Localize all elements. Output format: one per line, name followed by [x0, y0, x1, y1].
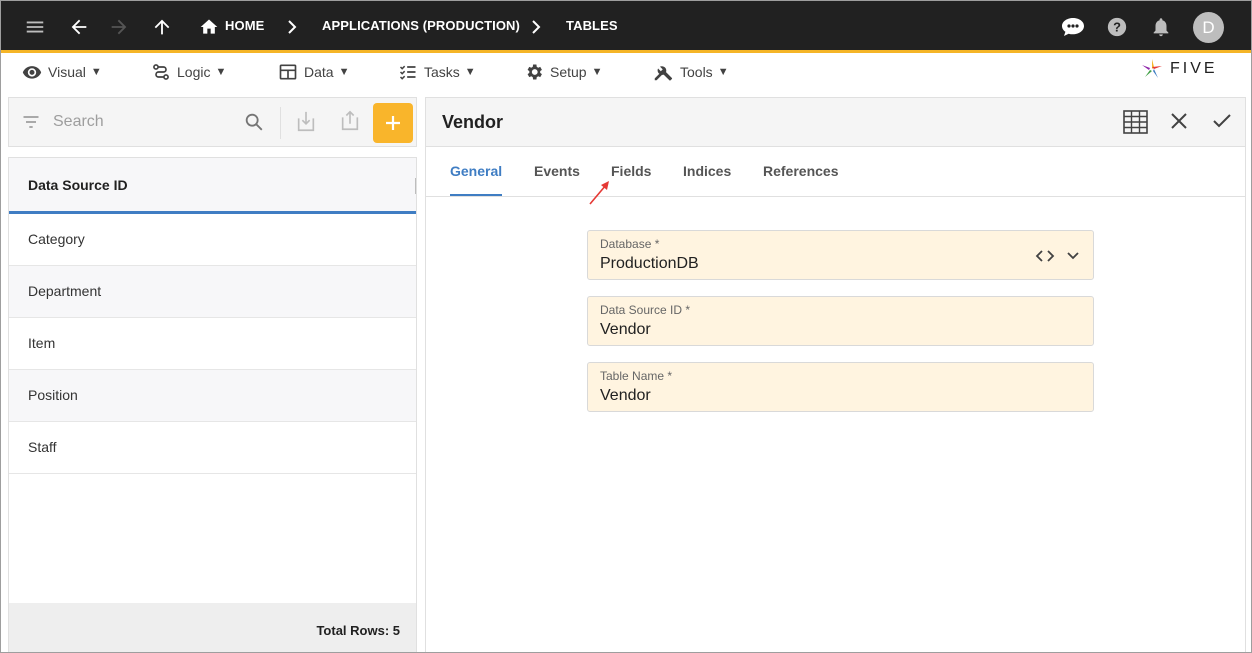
menu-tools-label: Tools: [680, 64, 713, 80]
hamburger-menu-icon[interactable]: [24, 16, 46, 38]
import-icon[interactable]: [295, 110, 317, 139]
tab-general[interactable]: General: [450, 163, 502, 179]
menu-logic-label: Logic: [177, 64, 211, 80]
list-item[interactable]: Staff: [9, 422, 416, 474]
table-name-value: Vendor: [600, 387, 651, 404]
list-item[interactable]: Department: [9, 266, 416, 318]
search-input[interactable]: Search: [53, 113, 104, 131]
save-check-icon[interactable]: [1212, 112, 1232, 135]
chat-bot-icon[interactable]: [1060, 16, 1086, 38]
database-field-label: Database *: [600, 237, 660, 251]
menu-setup-label: Setup: [550, 64, 587, 80]
five-logo: FIVE: [1140, 56, 1218, 82]
list-item[interactable]: Category: [9, 214, 416, 266]
home-icon[interactable]: [199, 17, 219, 37]
help-icon[interactable]: ?: [1106, 16, 1128, 38]
database-field-value: ProductionDB: [600, 255, 699, 272]
menu-logic[interactable]: Logic ▼: [151, 62, 226, 82]
tab-references[interactable]: References: [763, 163, 839, 179]
back-arrow-icon[interactable]: [68, 16, 90, 38]
active-tab-indicator: [450, 194, 502, 196]
notification-bell-icon[interactable]: [1150, 16, 1172, 38]
five-logo-mark-icon: [1142, 59, 1162, 78]
close-icon[interactable]: [1170, 112, 1188, 135]
list-item-label: Department: [28, 283, 102, 299]
breadcrumb-home[interactable]: HOME: [225, 18, 264, 33]
up-arrow-icon[interactable]: [151, 16, 173, 38]
list-item-label: Item: [28, 335, 56, 351]
caret-down-icon: ▼: [90, 66, 102, 78]
tab-events[interactable]: Events: [534, 163, 580, 179]
record-list: Data Source ID Category Department Item …: [8, 157, 417, 653]
menu-visual[interactable]: Visual ▼: [22, 62, 102, 82]
tab-fields[interactable]: Fields: [611, 163, 651, 179]
menu-tools[interactable]: Tools ▼: [652, 62, 729, 82]
data-source-id-label: Data Source ID *: [600, 303, 691, 317]
checklist-icon: [399, 65, 416, 80]
form-title: Vendor: [442, 112, 504, 132]
column-resize-handle[interactable]: [415, 178, 416, 194]
table-grid-icon: [279, 64, 297, 80]
export-icon[interactable]: [339, 109, 361, 138]
table-name-field[interactable]: Table Name * Vendor: [587, 362, 1094, 412]
caret-down-icon: ▼: [215, 66, 227, 78]
code-brackets-icon[interactable]: [1035, 247, 1055, 265]
tools-icon: [654, 66, 673, 81]
database-field[interactable]: Database * ProductionDB: [587, 230, 1094, 280]
eye-icon: [22, 66, 42, 79]
caret-down-icon: ▼: [464, 66, 476, 78]
list-item-label: Category: [28, 231, 85, 247]
menu-bar: Visual ▼ Logic ▼ Data ▼ Tasks ▼ Setup ▼ …: [0, 56, 1252, 88]
app-top-bar: HOME APPLICATIONS (PRODUCTION) TABLES ? …: [0, 0, 1252, 53]
list-item[interactable]: Item: [9, 318, 416, 370]
menu-visual-label: Visual: [48, 64, 86, 80]
caret-down-icon: ▼: [338, 66, 350, 78]
breadcrumb-applications[interactable]: APPLICATIONS (PRODUCTION): [322, 18, 520, 33]
menu-tasks-label: Tasks: [424, 64, 460, 80]
data-source-id-field[interactable]: Data Source ID * Vendor: [587, 296, 1094, 346]
chevron-right-icon: [528, 17, 544, 42]
total-rows-count: Total Rows: 5: [316, 623, 400, 638]
data-source-id-value: Vendor: [600, 321, 651, 338]
column-header-label: Data Source ID: [28, 177, 128, 193]
list-item-label: Position: [28, 387, 78, 403]
caret-down-icon: ▼: [717, 66, 729, 78]
list-footer: Total Rows: 5: [9, 603, 416, 653]
database-field-actions: [1035, 247, 1081, 265]
list-item-label: Staff: [28, 439, 57, 455]
breadcrumb-tables[interactable]: TABLES: [566, 18, 618, 33]
menu-tasks[interactable]: Tasks ▼: [398, 62, 476, 82]
svg-text:?: ?: [1113, 20, 1121, 35]
caret-down-icon: ▼: [591, 66, 603, 78]
grid-view-icon[interactable]: [1123, 110, 1148, 139]
gear-icon: [527, 64, 542, 80]
form-header: Vendor: [426, 98, 1245, 147]
chevron-down-icon[interactable]: [1065, 248, 1081, 264]
menu-data[interactable]: Data ▼: [278, 62, 349, 82]
tab-indices[interactable]: Indices: [683, 163, 731, 179]
annotation-arrow-icon: [588, 180, 612, 211]
list-search-bar: Search: [8, 97, 417, 147]
logic-flow-icon: [153, 64, 169, 80]
filter-icon[interactable]: [21, 112, 41, 137]
record-form-panel: Vendor General Events Fields Indices Ref…: [425, 97, 1246, 653]
search-icon[interactable]: [243, 111, 265, 138]
add-record-button[interactable]: [373, 103, 413, 143]
forward-arrow-icon[interactable]: [108, 16, 130, 38]
logo-text: FIVE: [1170, 60, 1218, 77]
form-tabs: General Events Fields Indices References: [426, 147, 1245, 197]
avatar[interactable]: D: [1193, 12, 1224, 43]
plus-icon: [386, 116, 400, 130]
menu-setup[interactable]: Setup ▼: [524, 62, 602, 82]
chevron-right-icon: [284, 17, 300, 42]
column-header-data-source-id[interactable]: Data Source ID: [9, 158, 416, 214]
table-name-label: Table Name *: [600, 369, 673, 383]
toolbar-divider: [280, 107, 281, 139]
menu-data-label: Data: [304, 64, 334, 80]
list-item[interactable]: Position: [9, 370, 416, 422]
